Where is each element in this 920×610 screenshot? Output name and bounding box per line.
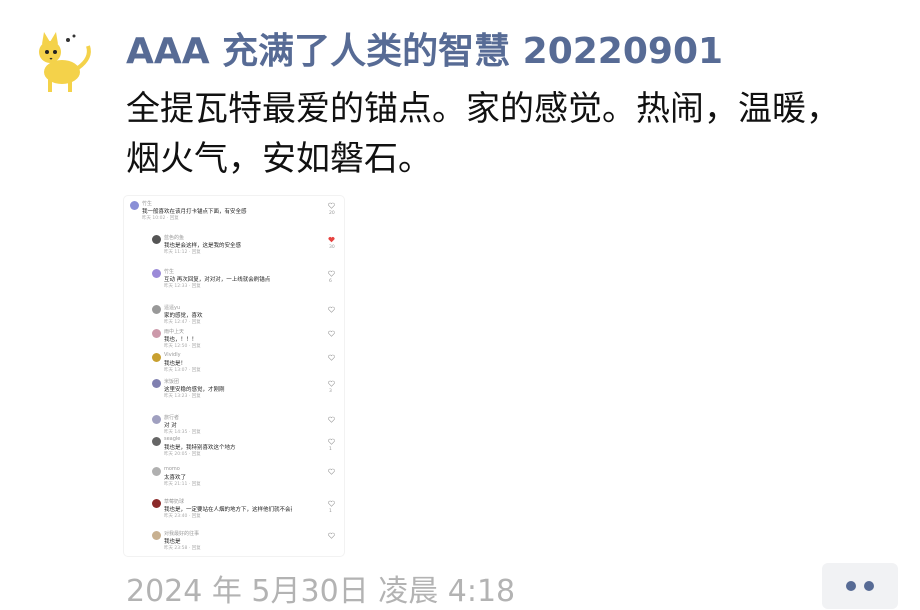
comment-meta: 昨天 13:07 · 回复 bbox=[164, 368, 201, 373]
comment-avatar[interactable] bbox=[152, 415, 161, 424]
comment-meta: 昨天 14:35 · 回复 bbox=[164, 430, 201, 435]
heart-icon[interactable] bbox=[328, 202, 335, 209]
heart-icon[interactable] bbox=[328, 354, 335, 361]
comment-item[interactable]: 对我最好的往事 我也是 昨天 23:58 · 回复 bbox=[152, 530, 338, 556]
comment-avatar[interactable] bbox=[152, 329, 161, 338]
comment-author[interactable]: momo bbox=[164, 466, 180, 472]
comment-meta: 昨天 12:50 · 回复 bbox=[164, 344, 201, 349]
comment-avatar[interactable] bbox=[152, 531, 161, 540]
heart-icon[interactable] bbox=[328, 270, 335, 277]
comment-text: 我也，！！！ bbox=[164, 337, 198, 343]
comment-meta: 昨天 12:33 · 回复 bbox=[164, 284, 201, 289]
comment-text: 我也是！ bbox=[164, 361, 187, 367]
comment-author[interactable]: 草莓奶球 bbox=[164, 498, 184, 505]
comment-author[interactable]: 遥遥yu bbox=[164, 304, 180, 311]
heart-icon[interactable] bbox=[328, 532, 335, 539]
heart-icon[interactable] bbox=[328, 438, 335, 445]
more-options-button[interactable] bbox=[822, 563, 898, 609]
like-count: 1 bbox=[329, 509, 332, 514]
comment-avatar[interactable] bbox=[152, 379, 161, 388]
post-timestamp: 2024 年 5月30日 凌晨 4:18 bbox=[126, 574, 516, 609]
heart-icon[interactable] bbox=[328, 236, 335, 243]
comment-meta: 昨天 23:58 · 回复 bbox=[164, 546, 201, 551]
comment-text: 我也是 bbox=[164, 539, 181, 545]
comment-text: 对 对 bbox=[164, 423, 177, 429]
comment-item[interactable]: seagle 我也是，我特别喜欢这个地方 昨天 20:05 · 回复 1 bbox=[152, 436, 338, 462]
comment-meta: 昨天 21:11 · 回复 bbox=[164, 482, 201, 487]
comment-item[interactable]: 草莓奶球我也是，一定要站在人烟的地方下，这样他们就不会孤单 昨天 23:40 · … bbox=[152, 498, 338, 524]
comment-item[interactable]: 米饭团这里安稳的感觉，才刚刚 昨天 13:23 · 回复 3 bbox=[152, 378, 338, 404]
embedded-screenshot-image[interactable]: 竹生 我一般喜欢在该月打卡锚点下面，有安全感 昨天 10:02 · 回复 20 蓝色的鱼… bbox=[124, 196, 344, 556]
comment-avatar[interactable] bbox=[152, 235, 161, 244]
comment-author[interactable]: 旅行者 bbox=[164, 414, 179, 421]
heart-icon[interactable] bbox=[328, 500, 335, 507]
comment-item[interactable]: 雨中上天我也，！！！ 昨天 12:50 · 回复 bbox=[152, 328, 338, 354]
comment-avatar[interactable] bbox=[152, 499, 161, 508]
like-count: 6 bbox=[329, 279, 332, 284]
comment-item[interactable]: 竹生互动 再次回复，对对对，一上线就会刷锚点 昨天 12:33 · 回复 6 bbox=[152, 268, 338, 294]
comment-author[interactable]: 对我最好的往事 bbox=[164, 530, 199, 537]
comment-meta: 昨天 13:23 · 回复 bbox=[164, 394, 201, 399]
comment-meta: 昨天 20:05 · 回复 bbox=[164, 452, 201, 457]
comment-item[interactable]: 遥遥yu 家的感觉，喜欢 昨天 12:47 · 回复 bbox=[152, 304, 338, 330]
more-dots-icon bbox=[864, 581, 874, 591]
comment-item[interactable]: 蓝色的鱼我也是会这样，这是我的安全感 昨天 11:12 · 回复 30 bbox=[152, 234, 338, 260]
comment-meta: 昨天 11:12 · 回复 bbox=[164, 250, 201, 255]
avatar[interactable] bbox=[28, 28, 96, 96]
comment-text: 这里安稳的感觉，才刚刚 bbox=[164, 387, 225, 393]
like-count: 1 bbox=[329, 447, 332, 452]
heart-icon[interactable] bbox=[328, 468, 335, 475]
comment-text: 互动 再次回复，对对对，一上线就会刷锚点 bbox=[164, 277, 271, 283]
comment-avatar[interactable] bbox=[130, 201, 139, 210]
comment-text: 我也是，一定要站在人烟的地方下，这样他们就不会孤单 bbox=[164, 507, 292, 513]
comment-avatar[interactable] bbox=[152, 353, 161, 362]
comment-avatar[interactable] bbox=[152, 305, 161, 314]
comment-text: 我一般喜欢在该月打卡锚点下面，有安全感 bbox=[142, 209, 247, 215]
comment-author[interactable]: 米饭团 bbox=[164, 378, 179, 385]
comment-item[interactable]: momo 太喜欢了 昨天 21:11 · 回复 bbox=[152, 466, 338, 492]
post-author-name[interactable]: AAA 充满了人类的智慧 20220901 bbox=[126, 22, 723, 74]
comment-text: 我也是会这样，这是我的安全感 bbox=[164, 243, 242, 249]
comment-avatar[interactable] bbox=[152, 467, 161, 476]
comment-text: 家的感觉，喜欢 bbox=[164, 313, 203, 319]
comment-text: 我也是，我特别喜欢这个地方 bbox=[164, 445, 236, 451]
comment-meta: 昨天 12:47 · 回复 bbox=[164, 320, 201, 325]
post-content-text: 全提瓦特最爱的锚点。家的感觉。热闹，温暖，烟火气，安如磐石。 bbox=[126, 89, 840, 179]
comment-meta: 昨天 23:40 · 回复 bbox=[164, 514, 201, 519]
comment-item[interactable]: 竹生我一般喜欢在该月打卡锚点下面，有安全感 昨天 10:02 · 回复 20 bbox=[130, 200, 338, 226]
comment-author[interactable]: 雨中上天 bbox=[164, 328, 184, 335]
comment-item[interactable]: Vividly 我也是！ 昨天 13:07 · 回复 bbox=[152, 352, 338, 378]
more-dots-icon bbox=[846, 581, 856, 591]
comment-avatar[interactable] bbox=[152, 437, 161, 446]
comment-author[interactable]: 竹生 bbox=[142, 200, 152, 207]
comment-author[interactable]: seagle bbox=[164, 436, 180, 442]
like-count: 3 bbox=[329, 389, 332, 394]
comment-author[interactable]: Vividly bbox=[164, 352, 181, 358]
comment-meta: 昨天 10:02 · 回复 bbox=[142, 216, 179, 221]
comment-author[interactable]: 竹生 bbox=[164, 268, 174, 275]
heart-icon[interactable] bbox=[328, 380, 335, 387]
like-count: 20 bbox=[329, 211, 335, 216]
yellow-cat-avatar-icon bbox=[39, 32, 91, 92]
comment-text: 太喜欢了 bbox=[164, 475, 187, 481]
heart-icon[interactable] bbox=[328, 416, 335, 423]
heart-icon[interactable] bbox=[328, 330, 335, 337]
heart-icon[interactable] bbox=[328, 306, 335, 313]
comment-author[interactable]: 蓝色的鱼 bbox=[164, 234, 184, 241]
like-count: 30 bbox=[329, 245, 335, 250]
comment-avatar[interactable] bbox=[152, 269, 161, 278]
